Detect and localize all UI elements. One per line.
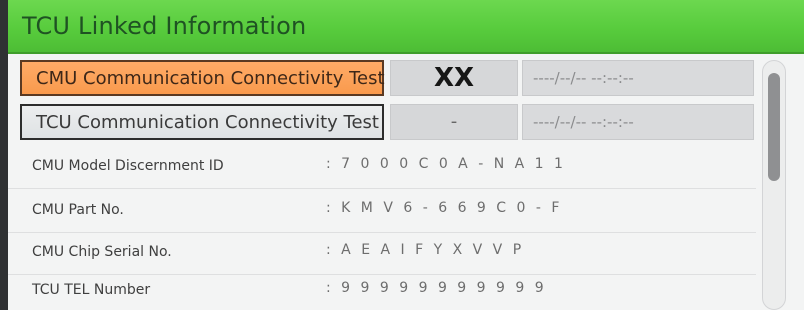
info-label: TCU TEL Number xyxy=(32,282,151,298)
cmu-test-datetime: ----/--/-- --:--:-- xyxy=(522,60,754,96)
info-row-cmu-chip-serial-no: CMU Chip Serial No. : A E A I F Y X V V … xyxy=(8,232,756,275)
info-value: : A E A I F Y X V V P xyxy=(326,242,525,258)
info-row-cmu-model-discernment-id: CMU Model Discernment ID : 7 0 0 0 C 0 A… xyxy=(8,146,756,189)
vertical-scrollbar[interactable] xyxy=(762,60,786,310)
tcu-linked-information-screen: TCU Linked Information CMU Communication… xyxy=(8,0,804,310)
screen-header: TCU Linked Information xyxy=(8,0,804,54)
screen-title: TCU Linked Information xyxy=(22,12,307,40)
info-label: CMU Chip Serial No. xyxy=(32,244,172,260)
tcu-test-datetime: ----/--/-- --:--:-- xyxy=(522,104,754,140)
info-label: CMU Model Discernment ID xyxy=(32,158,224,174)
info-value: : 7 0 0 0 C 0 A - N A 1 1 xyxy=(326,156,566,172)
info-row-tcu-tel-number: TCU TEL Number : 9 9 9 9 9 9 9 9 9 9 9 xyxy=(8,270,756,310)
info-value: : 9 9 9 9 9 9 9 9 9 9 9 xyxy=(326,280,547,296)
cmu-communication-connectivity-test-button[interactable]: CMU Communication Connectivity Test xyxy=(20,60,385,96)
scrollbar-thumb[interactable] xyxy=(768,73,780,181)
info-label: CMU Part No. xyxy=(32,202,124,218)
info-row-cmu-part-no: CMU Part No. : K M V 6 - 6 6 9 C 0 - F xyxy=(8,190,756,233)
tcu-test-result: - xyxy=(390,104,518,140)
info-value: : K M V 6 - 6 6 9 C 0 - F xyxy=(326,200,563,216)
tcu-communication-connectivity-test-button[interactable]: TCU Communication Connectivity Test xyxy=(20,104,384,140)
cmu-test-result: XX xyxy=(390,60,518,96)
